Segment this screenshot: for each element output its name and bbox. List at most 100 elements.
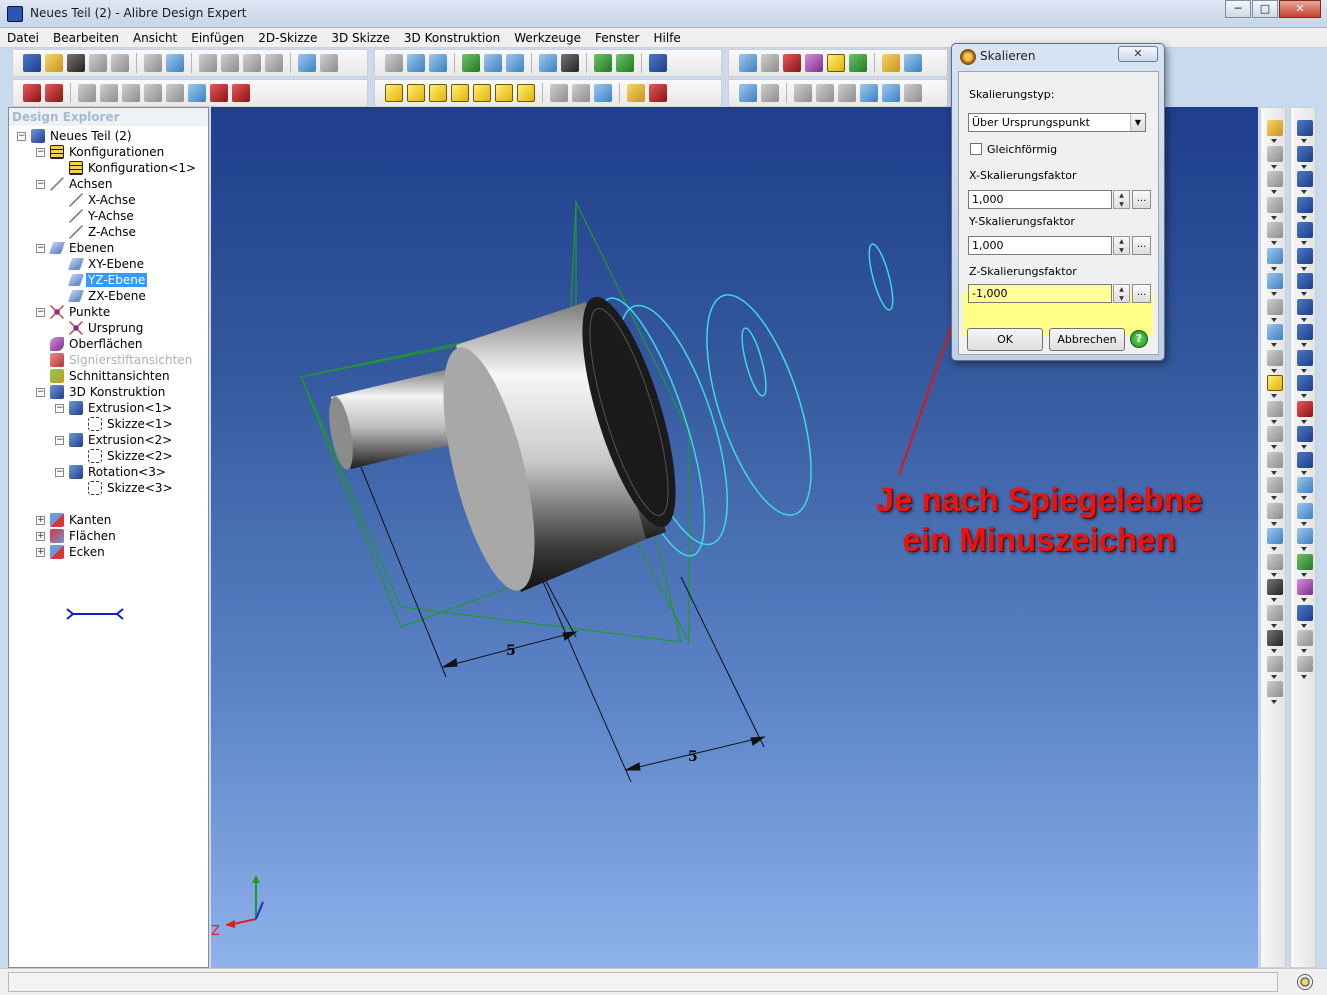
tree-expander-icon[interactable]: − xyxy=(55,403,64,413)
dropdown-arrow-icon[interactable] xyxy=(1301,190,1307,194)
dropdown-arrow-icon[interactable] xyxy=(1301,521,1307,526)
menu-fenster[interactable]: Fenster xyxy=(588,28,647,47)
next-view-icon[interactable] xyxy=(561,54,579,72)
dropdown-arrow-icon[interactable] xyxy=(1271,139,1277,143)
dropdown-arrow-icon[interactable] xyxy=(1271,700,1277,704)
plane-icon[interactable] xyxy=(739,54,757,72)
view-back-icon[interactable] xyxy=(407,84,425,102)
extrude-toggle-icon[interactable] xyxy=(616,54,634,72)
dropdown-arrow-icon[interactable] xyxy=(1271,598,1277,602)
feature-tool-1-icon[interactable] xyxy=(1297,120,1313,136)
dropdown-arrow-icon[interactable] xyxy=(1271,292,1277,296)
uniform-checkbox[interactable] xyxy=(970,143,982,155)
measure-icon[interactable] xyxy=(882,54,900,72)
sketch-tool-16-icon[interactable] xyxy=(1267,502,1283,519)
feature-tool-17-icon[interactable] xyxy=(1297,528,1313,544)
tree-item[interactable]: + Kanten xyxy=(36,512,113,528)
dropdown-arrow-icon[interactable] xyxy=(1271,241,1277,245)
table-icon[interactable] xyxy=(827,54,845,72)
feature-8-icon[interactable] xyxy=(232,84,250,102)
feature-tool-7-icon[interactable] xyxy=(1297,273,1313,289)
menu-einfuegen[interactable]: Einfügen xyxy=(184,28,251,47)
dropdown-arrow-icon[interactable] xyxy=(1301,572,1307,577)
zoom-window-icon[interactable] xyxy=(484,54,502,72)
feature-4-icon[interactable] xyxy=(144,84,162,102)
sketch-tool-4-icon[interactable] xyxy=(1267,196,1283,213)
feature-tool-15-icon[interactable] xyxy=(1297,477,1313,493)
sketch-tool-5-icon[interactable] xyxy=(1267,222,1283,238)
spin-up-icon[interactable]: ▲ xyxy=(1114,285,1129,294)
y-scale-input[interactable]: 1,000 xyxy=(968,236,1112,255)
feature-7-icon[interactable] xyxy=(210,84,228,102)
y-scale-spinner[interactable]: ▲ ▼ xyxy=(1113,236,1130,255)
dimension-4-icon[interactable] xyxy=(860,84,878,102)
tree-item[interactable]: Z-Achse xyxy=(69,224,138,240)
dropdown-arrow-icon[interactable] xyxy=(1271,394,1277,398)
tree-item[interactable]: + Flächen xyxy=(36,528,118,544)
feature-tool-13-icon[interactable] xyxy=(1297,426,1313,442)
view-iso-icon[interactable] xyxy=(517,84,535,102)
feature-tool-22-icon[interactable] xyxy=(1297,655,1313,672)
tree-item[interactable]: + Ecken xyxy=(36,544,107,560)
dropdown-arrow-icon[interactable] xyxy=(1271,572,1277,577)
dropdown-arrow-icon[interactable] xyxy=(1271,419,1277,424)
open-folder-icon[interactable] xyxy=(45,54,63,72)
menu-werkzeuge[interactable]: Werkzeuge xyxy=(507,28,588,47)
previous-view-icon[interactable] xyxy=(539,54,557,72)
sketch-tool-19-icon[interactable] xyxy=(1267,579,1283,595)
tree-item[interactable]: Konfiguration<1> xyxy=(69,160,198,176)
dropdown-arrow-icon[interactable] xyxy=(1301,368,1307,373)
sketch-tool-8-icon[interactable] xyxy=(1267,298,1283,315)
pan-icon[interactable] xyxy=(407,54,425,72)
dimension-2-icon[interactable] xyxy=(816,84,834,102)
feature-tool-3-icon[interactable] xyxy=(1297,171,1313,187)
dropdown-arrow-icon[interactable] xyxy=(1271,266,1277,271)
dropdown-arrow-icon[interactable] xyxy=(1301,674,1307,679)
menu-ansicht[interactable]: Ansicht xyxy=(126,28,184,47)
chevron-down-icon[interactable]: ▼ xyxy=(1130,114,1145,131)
dropdown-arrow-icon[interactable] xyxy=(1271,343,1277,347)
tree-expander-icon[interactable]: − xyxy=(17,131,26,141)
save-icon[interactable] xyxy=(67,54,85,72)
tree-expander-icon[interactable]: − xyxy=(55,435,64,445)
tree-expander-icon[interactable]: − xyxy=(36,147,45,157)
sketch-tool-18-icon[interactable] xyxy=(1267,553,1283,570)
spin-down-icon[interactable]: ▼ xyxy=(1114,294,1129,303)
close-button[interactable]: ✕ xyxy=(1279,0,1321,18)
feature-tool-21-icon[interactable] xyxy=(1297,630,1313,646)
dropdown-arrow-icon[interactable] xyxy=(1301,164,1307,169)
feature-tool-14-icon[interactable] xyxy=(1297,451,1313,468)
dropdown-arrow-icon[interactable] xyxy=(1271,521,1277,526)
feature-2-icon[interactable] xyxy=(100,84,118,102)
dropdown-arrow-icon[interactable] xyxy=(1271,445,1277,449)
menu-3d-skizze[interactable]: 3D Skizze xyxy=(324,28,397,47)
feature-tool-5-icon[interactable] xyxy=(1297,222,1313,238)
feature-3-icon[interactable] xyxy=(122,84,140,102)
dropdown-arrow-icon[interactable] xyxy=(1301,547,1307,551)
save-as-icon[interactable] xyxy=(89,54,107,72)
tree-item[interactable]: − Achsen xyxy=(36,176,114,192)
tree-item[interactable]: Signierstiftansichten xyxy=(50,352,194,368)
dropdown-arrow-icon[interactable] xyxy=(1271,674,1277,679)
dropdown-arrow-icon[interactable] xyxy=(1301,317,1307,322)
tree-item[interactable]: − Extrusion<1> xyxy=(55,400,174,416)
dropdown-arrow-icon[interactable] xyxy=(1271,623,1277,628)
spin-down-icon[interactable]: ▼ xyxy=(1114,246,1129,255)
dropdown-arrow-icon[interactable] xyxy=(1271,470,1277,475)
dropdown-arrow-icon[interactable] xyxy=(1271,317,1277,322)
dropdown-arrow-icon[interactable] xyxy=(1271,649,1277,653)
sketch-toggle-icon[interactable] xyxy=(594,54,612,72)
tree-expander-icon[interactable]: − xyxy=(36,243,45,253)
view-top-icon[interactable] xyxy=(429,84,447,102)
tree-item[interactable]: Skizze<1> xyxy=(88,416,175,432)
z-scale-input[interactable]: -1,000 xyxy=(968,284,1112,303)
feature-tool-16-icon[interactable] xyxy=(1297,502,1313,519)
sketch-tool-2-icon[interactable] xyxy=(1267,145,1283,162)
dropdown-arrow-icon[interactable] xyxy=(1301,470,1307,475)
ok-button[interactable]: OK xyxy=(967,328,1043,351)
shade-icon[interactable] xyxy=(594,84,612,102)
maximize-button[interactable]: □ xyxy=(1252,0,1278,18)
rotate-view-icon[interactable] xyxy=(429,54,447,72)
paste-icon[interactable] xyxy=(243,54,261,72)
tree-item[interactable]: − Ebenen xyxy=(36,240,116,256)
